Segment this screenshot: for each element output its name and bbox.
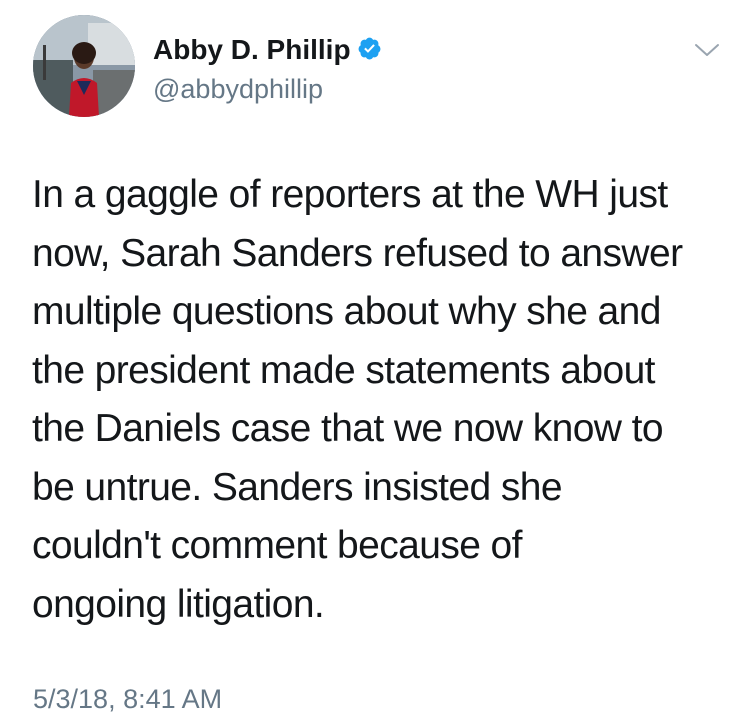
tweet-text-line: ongoing litigation. — [32, 582, 325, 626]
avatar[interactable] — [33, 15, 135, 117]
tweet-text-line: the president made statements about — [32, 348, 656, 392]
author-name-row[interactable]: Abby D. Phillip — [153, 34, 382, 66]
avatar-photo — [33, 15, 135, 117]
tweet-text-line: multiple questions about why she and — [32, 290, 661, 333]
tweet-timestamp[interactable]: 5/3/18, 8:41 AM — [33, 683, 222, 715]
author-handle[interactable]: @abbydphillip — [153, 73, 323, 105]
tweet-text: In a gaggle of reporters at the WH just … — [32, 166, 732, 634]
chevron-down-icon[interactable] — [694, 42, 720, 58]
tweet-card: Abby D. Phillip @abbydphillip In a gaggl… — [0, 0, 750, 728]
tweet-text-line: now, Sarah Sanders refused to answer — [32, 231, 683, 275]
tweet-text-line: couldn't comment because of — [32, 524, 522, 567]
tweet-text-line: be untrue. Sanders insisted she — [32, 465, 563, 509]
verified-badge-icon — [357, 36, 382, 61]
tweet-text-line: In a gaggle of reporters at the WH just — [32, 173, 668, 216]
author-display-name[interactable]: Abby D. Phillip — [153, 34, 351, 65]
tweet-text-line: the Daniels case that we now know to — [32, 407, 664, 450]
